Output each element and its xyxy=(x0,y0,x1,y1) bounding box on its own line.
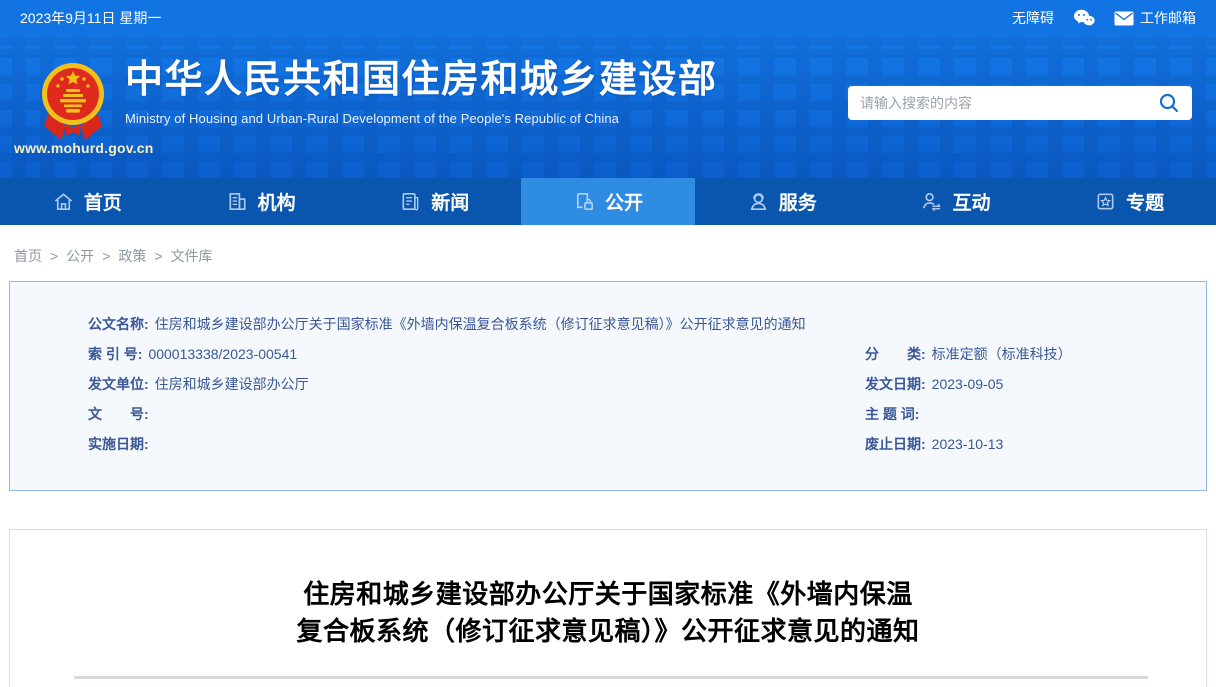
search-icon xyxy=(1158,92,1180,114)
star-badge-icon xyxy=(1094,190,1117,213)
search-box xyxy=(848,86,1192,120)
meta-value-issue-date: 2023-09-05 xyxy=(932,369,1004,399)
breadcrumb-public[interactable]: 公开 xyxy=(66,246,94,266)
breadcrumb-home[interactable]: 首页 xyxy=(14,246,42,266)
meta-label-doc-name: 公文名称: xyxy=(88,309,149,339)
nav-item-organization[interactable]: 机构 xyxy=(174,178,348,225)
meta-label-impl-date: 实施日期: xyxy=(88,429,149,459)
home-icon xyxy=(52,190,75,213)
article-divider xyxy=(74,676,1148,679)
meta-label-abolish-date: 废止日期: xyxy=(865,429,926,459)
nav-item-label: 专题 xyxy=(1126,188,1164,215)
article-title-line2: 复合板系统（修订征求意见稿）》公开征求意见的通知 xyxy=(10,613,1206,650)
meta-label-doc-no: 文 号: xyxy=(88,399,149,429)
meta-row-docno-subject: 文 号: 主 题 词: xyxy=(88,399,1186,429)
current-date: 2023年9月11日 星期一 xyxy=(20,8,161,28)
breadcrumb-file-library[interactable]: 文件库 xyxy=(171,246,213,266)
top-bar: 2023年9月11日 星期一 无障碍 工作邮箱 xyxy=(0,0,1216,36)
nav-item-label: 互动 xyxy=(952,188,990,215)
meta-row-index-category: 索 引 号: 000013338/2023-00541 分 类: 标准定额（标准… xyxy=(88,339,1186,369)
service-person-icon xyxy=(747,190,770,213)
nav-item-home[interactable]: 首页 xyxy=(0,178,174,225)
nav-item-label: 首页 xyxy=(84,188,122,215)
nav-item-label: 新闻 xyxy=(431,188,469,215)
breadcrumb-separator: > xyxy=(154,248,162,264)
site-header: www.mohurd.gov.cn 中华人民共和国住房和城乡建设部 Minist… xyxy=(0,36,1216,178)
breadcrumb-separator: > xyxy=(50,248,58,264)
meta-row-unit-date: 发文单位: 住房和城乡建设部办公厅 发文日期: 2023-09-05 xyxy=(88,369,1186,399)
site-title-en: Ministry of Housing and Urban-Rural Deve… xyxy=(125,111,718,126)
nav-item-label: 服务 xyxy=(779,188,817,215)
meta-label-issue-date: 发文日期: xyxy=(865,369,926,399)
newspaper-icon xyxy=(399,190,422,213)
meta-value-doc-name: 住房和城乡建设部办公厅关于国家标准《外墙内保温复合板系统（修订征求意见稿）》公开… xyxy=(155,309,806,339)
mail-icon xyxy=(1114,11,1134,26)
nav-item-public[interactable]: 公开 xyxy=(521,178,695,225)
meta-label-subject-words: 主 题 词: xyxy=(865,399,919,429)
breadcrumb-policy[interactable]: 政策 xyxy=(118,246,146,266)
meta-value-category: 标准定额（标准科技） xyxy=(932,339,1072,369)
nav-item-interaction[interactable]: 互动 xyxy=(869,178,1043,225)
accessibility-link[interactable]: 无障碍 xyxy=(1012,8,1054,28)
article-card: 住房和城乡建设部办公厅关于国家标准《外墙内保温 复合板系统（修订征求意见稿）》公… xyxy=(9,529,1207,687)
meta-row-impl-abolish: 实施日期: 废止日期: 2023-10-13 xyxy=(88,429,1186,459)
national-emblem-logo xyxy=(40,56,106,142)
search-button[interactable] xyxy=(1158,92,1180,114)
breadcrumb-separator: > xyxy=(102,248,110,264)
nav-item-news[interactable]: 新闻 xyxy=(347,178,521,225)
nav-item-label: 机构 xyxy=(258,188,296,215)
nav-item-label: 公开 xyxy=(605,188,643,215)
meta-value-abolish-date: 2023-10-13 xyxy=(932,429,1004,459)
document-lock-icon xyxy=(573,190,596,213)
breadcrumb: 首页 > 公开 > 政策 > 文件库 xyxy=(0,225,1216,281)
meta-row-doc-name: 公文名称: 住房和城乡建设部办公厅关于国家标准《外墙内保温复合板系统（修订征求意… xyxy=(88,309,1186,339)
meta-label-issuing-unit: 发文单位: xyxy=(88,369,149,399)
meta-label-index-no: 索 引 号: xyxy=(88,339,142,369)
wechat-icon[interactable] xyxy=(1072,8,1096,28)
site-url: www.mohurd.gov.cn xyxy=(14,140,154,156)
search-input[interactable] xyxy=(860,95,1158,111)
meta-value-index-no: 000013338/2023-00541 xyxy=(148,339,297,369)
site-title-cn: 中华人民共和国住房和城乡建设部 xyxy=(125,58,718,102)
building-icon xyxy=(226,190,249,213)
nav-item-services[interactable]: 服务 xyxy=(695,178,869,225)
article-title: 住房和城乡建设部办公厅关于国家标准《外墙内保温 复合板系统（修订征求意见稿）》公… xyxy=(10,576,1206,650)
interaction-person-icon xyxy=(920,190,943,213)
work-mailbox-link[interactable]: 工作邮箱 xyxy=(1114,8,1196,28)
main-nav: 首页 机构 新闻 公开 xyxy=(0,178,1216,225)
meta-label-category: 分 类: xyxy=(865,339,926,369)
nav-item-topics[interactable]: 专题 xyxy=(1042,178,1216,225)
article-title-line1: 住房和城乡建设部办公厅关于国家标准《外墙内保温 xyxy=(10,576,1206,613)
work-mailbox-label: 工作邮箱 xyxy=(1140,8,1196,28)
document-meta-box: 公文名称: 住房和城乡建设部办公厅关于国家标准《外墙内保温复合板系统（修订征求意… xyxy=(9,281,1207,491)
meta-value-issuing-unit: 住房和城乡建设部办公厅 xyxy=(155,369,309,399)
